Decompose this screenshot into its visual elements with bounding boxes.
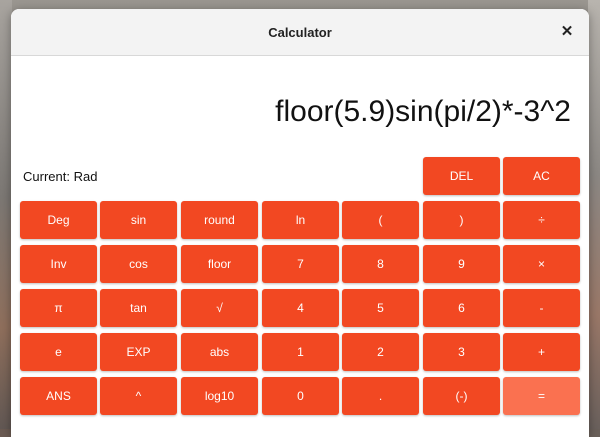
window-title: Calculator: [268, 25, 332, 40]
divide-button[interactable]: ÷: [503, 201, 580, 239]
calculator-window: Calculator ✕ floor(5.9)sin(pi/2)*-3^2 Cu…: [11, 9, 589, 437]
angle-mode-label: Current: Rad: [23, 169, 98, 184]
ans-button[interactable]: ANS: [20, 377, 97, 415]
digit-4-button[interactable]: 4: [262, 289, 339, 327]
open-paren-button[interactable]: (: [342, 201, 419, 239]
e-button[interactable]: e: [20, 333, 97, 371]
exp-button[interactable]: EXP: [100, 333, 177, 371]
digit-0-button[interactable]: 0: [262, 377, 339, 415]
digit-9-button[interactable]: 9: [423, 245, 500, 283]
del-button[interactable]: DEL: [423, 157, 500, 195]
decimal-button[interactable]: .: [342, 377, 419, 415]
power-button[interactable]: ^: [100, 377, 177, 415]
ac-button[interactable]: AC: [503, 157, 580, 195]
digit-1-button[interactable]: 1: [262, 333, 339, 371]
pi-button[interactable]: π: [20, 289, 97, 327]
digit-3-button[interactable]: 3: [423, 333, 500, 371]
digit-8-button[interactable]: 8: [342, 245, 419, 283]
subtract-button[interactable]: -: [503, 289, 580, 327]
digit-2-button[interactable]: 2: [342, 333, 419, 371]
multiply-button[interactable]: ×: [503, 245, 580, 283]
cos-button[interactable]: cos: [100, 245, 177, 283]
negate-button[interactable]: (-): [423, 377, 500, 415]
log10-button[interactable]: log10: [181, 377, 258, 415]
digit-6-button[interactable]: 6: [423, 289, 500, 327]
close-icon[interactable]: ✕: [559, 24, 575, 40]
digit-5-button[interactable]: 5: [342, 289, 419, 327]
equals-button[interactable]: =: [503, 377, 580, 415]
sin-button[interactable]: sin: [100, 201, 177, 239]
floor-button[interactable]: floor: [181, 245, 258, 283]
add-button[interactable]: +: [503, 333, 580, 371]
tan-button[interactable]: tan: [100, 289, 177, 327]
ln-button[interactable]: ln: [262, 201, 339, 239]
title-bar[interactable]: Calculator ✕: [11, 9, 589, 56]
abs-button[interactable]: abs: [181, 333, 258, 371]
sqrt-button[interactable]: √: [181, 289, 258, 327]
inv-button[interactable]: Inv: [20, 245, 97, 283]
round-button[interactable]: round: [181, 201, 258, 239]
digit-7-button[interactable]: 7: [262, 245, 339, 283]
expression-display: floor(5.9)sin(pi/2)*-3^2: [275, 95, 571, 128]
desktop-background-right: [588, 0, 600, 437]
close-paren-button[interactable]: ): [423, 201, 500, 239]
deg-button[interactable]: Deg: [20, 201, 97, 239]
